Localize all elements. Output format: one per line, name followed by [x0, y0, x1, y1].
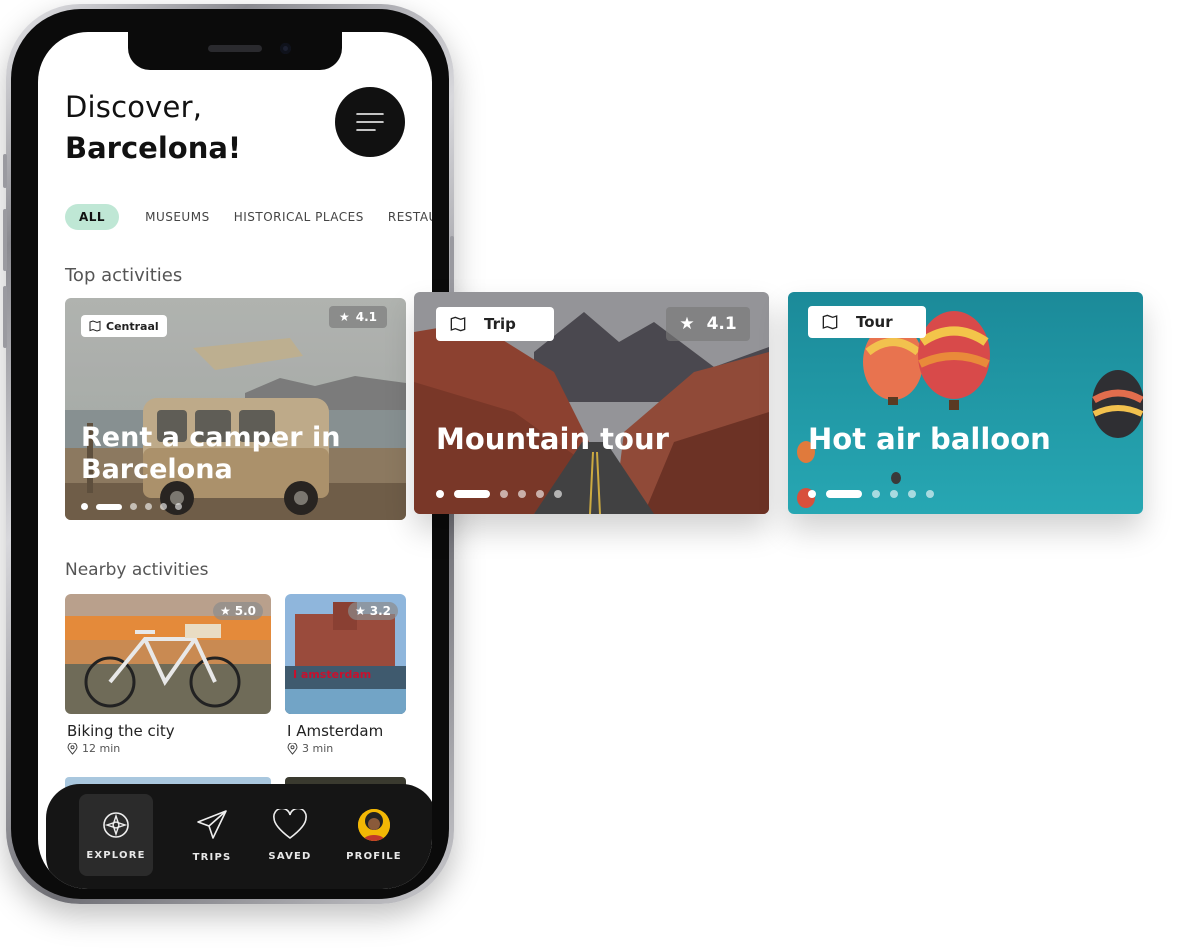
rating-value: 5.0 — [234, 604, 256, 618]
top-activities-heading: Top activities — [65, 265, 183, 286]
volume-down-button — [3, 286, 7, 348]
carousel-dot[interactable] — [500, 490, 508, 498]
carousel-dot[interactable] — [908, 490, 916, 498]
rating-value: 4.1 — [706, 314, 737, 334]
nearby-activities-heading: Nearby activities — [65, 560, 209, 580]
activity-title: Rent a camper in Barcelona — [81, 422, 341, 486]
nearby-name: Biking the city — [67, 722, 175, 740]
activity-tag: Centraal — [81, 315, 167, 337]
carousel-dot[interactable] — [436, 490, 444, 498]
nav-label: EXPLORE — [86, 849, 146, 861]
notch — [128, 32, 342, 70]
nearby-card-biking[interactable]: ★ 5.0 — [65, 594, 271, 714]
mute-switch — [3, 154, 7, 188]
hot-air-balloon-card[interactable]: Tour Hot air balloon — [788, 292, 1143, 514]
nearby-time-label: 3 min — [302, 742, 334, 755]
front-camera — [280, 43, 291, 54]
carousel-dot[interactable] — [808, 490, 816, 498]
carousel-dot-active[interactable] — [826, 490, 862, 498]
compass-icon — [103, 811, 129, 838]
activity-tag-label: Centraal — [106, 319, 159, 333]
nav-explore[interactable]: EXPLORE — [79, 794, 153, 876]
nav-label: SAVED — [268, 850, 312, 862]
paper-plane-icon — [197, 809, 227, 839]
carousel-dot[interactable] — [81, 503, 88, 510]
card-title: Mountain tour — [436, 422, 669, 456]
carousel-dot-active[interactable] — [96, 503, 122, 510]
map-icon — [89, 320, 101, 332]
carousel-dot[interactable] — [536, 490, 544, 498]
trip-tag-label: Trip — [484, 315, 516, 333]
amsterdam-sign: I amsterdam — [293, 668, 371, 681]
map-icon — [822, 314, 838, 330]
tab-historical-places[interactable]: HISTORICAL PLACES — [234, 210, 364, 224]
rating-badge: ★ 5.0 — [212, 602, 263, 620]
phone-bezel: Discover, Barcelona! ALL MUSEUMS HISTORI… — [11, 9, 449, 899]
tab-all[interactable]: ALL — [65, 204, 120, 230]
nearby-time: 3 min — [287, 742, 333, 755]
carousel-dot[interactable] — [926, 490, 934, 498]
menu-button[interactable] — [335, 87, 405, 157]
carousel-dots — [81, 503, 190, 510]
nav-profile[interactable]: PROFILE — [337, 794, 411, 876]
map-icon — [450, 316, 466, 332]
nav-saved[interactable]: SAVED — [253, 794, 327, 876]
rating-badge: ★ 4.1 — [329, 306, 387, 328]
carousel-dot[interactable] — [554, 490, 562, 498]
greeting-line-1: Discover, — [65, 90, 203, 124]
greeting-city: Barcelona! — [65, 131, 242, 165]
heart-icon — [273, 808, 307, 839]
phone-frame: Discover, Barcelona! ALL MUSEUMS HISTORI… — [3, 4, 454, 904]
rating-badge: ★ 3.2 — [347, 602, 398, 620]
carousel-dot[interactable] — [890, 490, 898, 498]
screen: Discover, Barcelona! ALL MUSEUMS HISTORI… — [38, 32, 432, 889]
location-pin-icon — [287, 742, 298, 755]
nearby-name: I Amsterdam — [287, 722, 384, 740]
top-activity-card[interactable]: Centraal ★ 4.1 Rent a camper in Barcelon… — [65, 298, 406, 520]
carousel-dots — [808, 490, 944, 498]
nav-label: TRIPS — [192, 851, 232, 863]
carousel-dot[interactable] — [145, 503, 152, 510]
card-title: Hot air balloon — [808, 422, 1051, 456]
carousel-dot[interactable] — [518, 490, 526, 498]
volume-up-button — [3, 209, 7, 271]
star-icon: ★ — [219, 604, 231, 618]
star-icon: ★ — [338, 310, 350, 324]
trip-tag: Trip — [436, 307, 554, 341]
star-icon: ★ — [679, 314, 695, 334]
carousel-dot[interactable] — [160, 503, 167, 510]
rating-value: 4.1 — [355, 310, 378, 324]
nearby-card-amsterdam[interactable]: I amsterdam ★ 3.2 — [285, 594, 406, 714]
tour-tag-label: Tour — [856, 313, 893, 331]
rating-value: 3.2 — [369, 604, 391, 618]
carousel-dot[interactable] — [872, 490, 880, 498]
mountain-tour-card[interactable]: Trip ★ 4.1 Mountain tour — [414, 292, 769, 514]
nearby-time: 12 min — [67, 742, 120, 755]
star-icon: ★ — [354, 604, 366, 618]
menu-icon — [356, 113, 384, 131]
rating-badge: ★ 4.1 — [666, 307, 750, 341]
avatar — [358, 808, 390, 841]
tab-museums[interactable]: MUSEUMS — [145, 210, 210, 224]
location-pin-icon — [67, 742, 78, 755]
tour-tag: Tour — [808, 306, 926, 338]
bottom-nav: EXPLORE TRIPS SAVED PROFILE — [46, 784, 432, 889]
tab-restaurants[interactable]: RESTAURA — [388, 210, 432, 224]
carousel-dot[interactable] — [175, 503, 182, 510]
carousel-dot[interactable] — [130, 503, 137, 510]
category-tabs: ALL MUSEUMS HISTORICAL PLACES RESTAURA — [65, 204, 432, 230]
nearby-time-label: 12 min — [82, 742, 121, 755]
nav-trips[interactable]: TRIPS — [175, 794, 249, 876]
speaker — [208, 45, 262, 52]
carousel-dots — [436, 490, 572, 498]
nav-label: PROFILE — [346, 850, 402, 862]
carousel-dot-active[interactable] — [454, 490, 490, 498]
profile-picture — [358, 808, 390, 841]
